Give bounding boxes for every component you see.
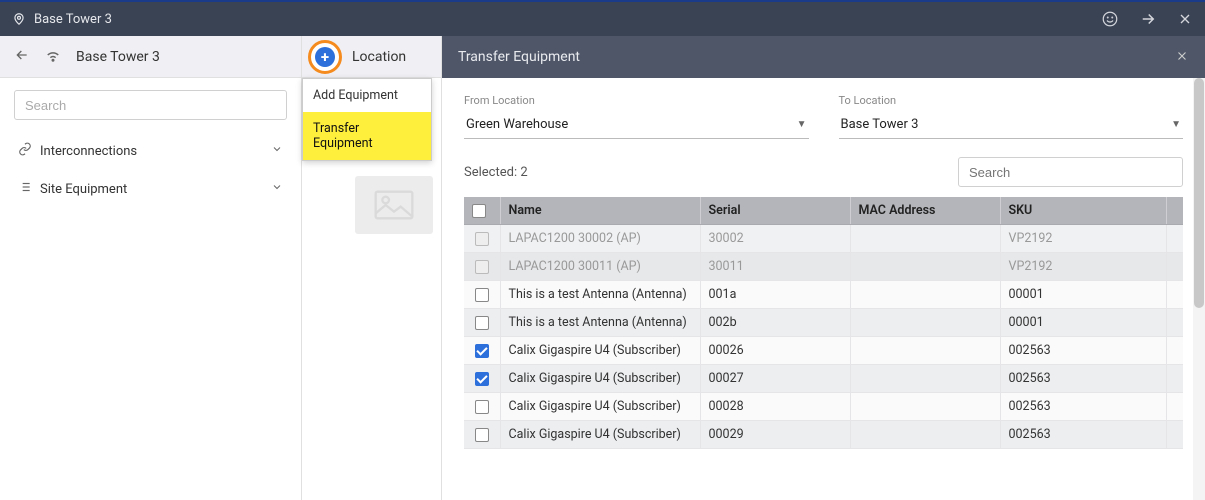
cell-serial: 001a	[700, 281, 850, 309]
cell-serial: 30002	[700, 225, 850, 253]
scrollbar-track[interactable]	[1193, 78, 1205, 500]
table-row[interactable]: LAPAC1200 30002 (AP)30002 VP2192	[464, 225, 1183, 253]
from-location-value: Green Warehouse	[466, 117, 568, 132]
cell-sku: VP2192	[1000, 225, 1167, 253]
table-row[interactable]: LAPAC1200 30011 (AP)30011 VP2192	[464, 253, 1183, 281]
to-location-value: Base Tower 3	[841, 117, 919, 132]
cell-name: Calix Gigaspire U4 (Subscriber)	[500, 365, 700, 393]
sidebar-header: Base Tower 3	[0, 36, 301, 78]
table-search-input[interactable]	[958, 157, 1183, 187]
cell-mac	[850, 337, 1000, 365]
cell-serial: 00026	[700, 337, 850, 365]
from-location-label: From Location	[464, 94, 809, 107]
forward-arrow-icon[interactable]	[1139, 10, 1157, 28]
col-header-name[interactable]: Name	[500, 197, 700, 225]
cell-sku: 002563	[1000, 365, 1167, 393]
panel-header: Transfer Equipment	[442, 36, 1205, 78]
close-icon[interactable]	[1175, 48, 1189, 67]
from-location-select[interactable]: Green Warehouse ▼	[464, 113, 809, 139]
location-panel: + Location Add Equipment Transfer Equipm…	[302, 36, 442, 500]
table-row[interactable]: This is a test Antenna (Antenna)002b 0000…	[464, 309, 1183, 337]
cell-name: LAPAC1200 30002 (AP)	[500, 225, 700, 253]
cell-sku: 00001	[1000, 309, 1167, 337]
image-placeholder	[355, 176, 433, 234]
cell-name: This is a test Antenna (Antenna)	[500, 309, 700, 337]
chevron-down-icon	[271, 181, 283, 197]
chevron-down-icon	[271, 143, 283, 159]
table-row[interactable]: This is a test Antenna (Antenna)001a 0000…	[464, 281, 1183, 309]
location-header: + Location	[302, 36, 441, 78]
row-checkbox	[475, 232, 489, 246]
row-checkbox[interactable]	[475, 428, 489, 442]
sidebar: Base Tower 3 Interconnections Site Equip…	[0, 36, 302, 500]
cell-mac	[850, 253, 1000, 281]
row-checkbox[interactable]	[475, 316, 489, 330]
row-checkbox	[475, 260, 489, 274]
cell-serial: 00029	[700, 421, 850, 449]
cell-mac	[850, 393, 1000, 421]
to-location-label: To Location	[839, 94, 1184, 107]
sidebar-site-name: Base Tower 3	[76, 49, 160, 65]
menu-item-transfer-equipment[interactable]: Transfer Equipment	[303, 112, 431, 160]
col-header-mac[interactable]: MAC Address	[850, 197, 1000, 225]
sidebar-search-input[interactable]	[14, 90, 287, 120]
table-row[interactable]: Calix Gigaspire U4 (Subscriber)00027 0025…	[464, 365, 1183, 393]
cell-serial: 00027	[700, 365, 850, 393]
sidebar-item-site-equipment[interactable]: Site Equipment	[0, 170, 301, 208]
sidebar-item-interconnections[interactable]: Interconnections	[0, 132, 301, 170]
plus-icon: +	[315, 47, 335, 67]
row-checkbox[interactable]	[475, 400, 489, 414]
cell-sku: VP2192	[1000, 253, 1167, 281]
back-arrow-icon[interactable]	[14, 47, 30, 67]
list-icon	[18, 180, 40, 198]
cell-name: Calix Gigaspire U4 (Subscriber)	[500, 393, 700, 421]
caret-down-icon: ▼	[1171, 119, 1181, 130]
col-header-serial[interactable]: Serial	[700, 197, 850, 225]
smiley-icon[interactable]	[1101, 10, 1119, 28]
sidebar-item-label: Interconnections	[40, 144, 271, 159]
cell-name: Calix Gigaspire U4 (Subscriber)	[500, 421, 700, 449]
add-dropdown-menu: Add Equipment Transfer Equipment	[302, 78, 432, 161]
add-location-button[interactable]: +	[308, 40, 342, 74]
location-title: Location	[352, 49, 406, 65]
topbar-title: Base Tower 3	[34, 12, 112, 27]
row-checkbox[interactable]	[475, 344, 489, 358]
row-checkbox[interactable]	[475, 372, 489, 386]
wifi-icon	[44, 46, 62, 68]
col-header-sku[interactable]: SKU	[1000, 197, 1167, 225]
table-row[interactable]: Calix Gigaspire U4 (Subscriber)00028 0025…	[464, 393, 1183, 421]
cell-sku: 002563	[1000, 337, 1167, 365]
cell-mac	[850, 309, 1000, 337]
cell-name: This is a test Antenna (Antenna)	[500, 281, 700, 309]
header-checkbox[interactable]	[472, 204, 486, 218]
to-location-select[interactable]: Base Tower 3 ▼	[839, 113, 1184, 139]
cell-serial: 30011	[700, 253, 850, 281]
cell-mac	[850, 365, 1000, 393]
location-pin-icon	[12, 12, 26, 26]
cell-name: Calix Gigaspire U4 (Subscriber)	[500, 337, 700, 365]
sidebar-item-label: Site Equipment	[40, 182, 271, 197]
selected-count: Selected: 2	[464, 165, 528, 180]
cell-mac	[850, 421, 1000, 449]
menu-item-add-equipment[interactable]: Add Equipment	[303, 79, 431, 112]
table-row[interactable]: Calix Gigaspire U4 (Subscriber)00026 0025…	[464, 337, 1183, 365]
cell-name: LAPAC1200 30011 (AP)	[500, 253, 700, 281]
cell-sku: 002563	[1000, 421, 1167, 449]
cell-sku: 00001	[1000, 281, 1167, 309]
cell-mac	[850, 225, 1000, 253]
cell-serial: 002b	[700, 309, 850, 337]
panel-title: Transfer Equipment	[458, 49, 580, 65]
close-window-icon[interactable]	[1177, 11, 1193, 27]
app-topbar: Base Tower 3	[0, 0, 1205, 36]
cell-serial: 00028	[700, 393, 850, 421]
cell-sku: 002563	[1000, 393, 1167, 421]
link-icon	[18, 142, 40, 160]
cell-mac	[850, 281, 1000, 309]
scrollbar-thumb[interactable]	[1194, 78, 1204, 308]
row-checkbox[interactable]	[475, 288, 489, 302]
table-row[interactable]: Calix Gigaspire U4 (Subscriber)00029 0025…	[464, 421, 1183, 449]
transfer-panel: Transfer Equipment From Location Green W…	[442, 36, 1205, 500]
caret-down-icon: ▼	[797, 119, 807, 130]
equipment-table: Name Serial MAC Address SKU LAPAC1200 30…	[464, 197, 1183, 449]
